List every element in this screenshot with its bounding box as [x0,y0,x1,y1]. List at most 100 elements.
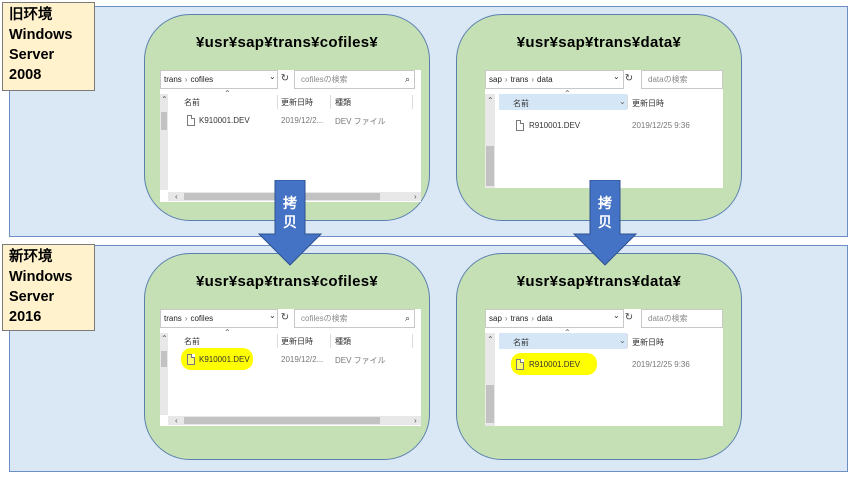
new-data-panel: ¥usr¥sap¥trans¥data¥ sap › trans › data ⌄ ↻ … [456,253,742,460]
scroll-up-icon[interactable]: ⌃ [487,97,494,105]
scrollbar-thumb[interactable] [184,417,380,424]
column-header-date[interactable]: 更新日時 [632,98,664,109]
sort-caret-icon: ⌃ [224,89,231,98]
copy-label-char: 拷 [598,195,612,211]
breadcrumb-item[interactable]: sap [489,314,502,323]
file-name[interactable]: K910001.DEV [199,116,250,125]
scrollbar-thumb[interactable] [161,112,167,130]
column-divider[interactable] [277,95,278,109]
chevron-down-icon[interactable]: ⌄ [613,72,620,81]
column-header-date[interactable]: 更新日時 [281,336,313,347]
breadcrumb-separator: › [531,75,535,84]
refresh-icon[interactable]: ↻ [278,310,292,326]
refresh-icon[interactable]: ↻ [622,71,636,87]
explorer-window: sap › trans › data ⌄ ↻ dataの検索 ⌃ 名前 ⌃ ⌄ 更新日時… [485,309,723,426]
address-bar[interactable]: sap › trans › data [485,309,624,328]
file-name[interactable]: R910001.DEV [529,121,580,130]
breadcrumb-item[interactable]: trans [511,314,529,323]
column-divider[interactable] [627,95,628,109]
env-line: Server [9,47,55,63]
scroll-up-icon[interactable]: ⌃ [487,336,494,344]
search-input[interactable]: cofilesの検索 ⌕ [294,70,415,89]
breadcrumb-separator: › [184,75,188,84]
column-divider[interactable] [412,334,413,348]
scroll-left-icon[interactable]: ‹ [175,193,178,201]
breadcrumb-separator: › [531,314,535,323]
sort-caret-icon: ⌃ [224,328,231,337]
scroll-left-icon[interactable]: ‹ [175,417,178,425]
breadcrumb-item[interactable]: trans [511,75,529,84]
scrollbar-thumb[interactable] [486,385,494,423]
panel-title: ¥usr¥sap¥trans¥data¥ [516,34,682,51]
search-icon[interactable]: ⌕ [405,310,410,327]
panel-title: ¥usr¥sap¥trans¥cofiles¥ [196,273,378,290]
sort-caret-icon: ⌃ [564,328,571,337]
column-divider[interactable] [412,95,413,109]
breadcrumb-item[interactable]: trans [164,314,182,323]
copy-label: 拷 贝 [276,194,304,232]
refresh-icon[interactable]: ↻ [278,71,292,87]
column-divider[interactable] [277,334,278,348]
breadcrumb-separator: › [504,75,508,84]
file-type: DEV ファイル [335,356,386,365]
file-date: 2019/12/2... [281,116,324,125]
vertical-scrollbar[interactable]: ⌃ [160,94,168,190]
column-header-name[interactable]: 名前 [513,98,529,109]
copy-label: 拷 贝 [591,194,619,232]
search-icon[interactable]: ⌕ [405,71,410,88]
address-bar[interactable]: trans › cofiles [160,309,278,328]
search-input[interactable]: dataの検索 [641,70,723,89]
file-name[interactable]: K910001.DEV [199,355,250,364]
address-bar[interactable]: trans › cofiles [160,70,278,89]
breadcrumb-item[interactable]: trans [164,75,182,84]
chevron-down-icon[interactable]: ⌄ [269,72,276,81]
chevron-down-icon[interactable]: ⌄ [613,311,620,320]
horizontal-scrollbar[interactable]: ‹ › [168,416,421,425]
old-environment-label: 旧环境 Windows Server 2008 [2,2,95,91]
column-header-name[interactable]: 名前 [513,337,529,348]
chevron-down-icon[interactable]: ⌄ [619,336,626,345]
new-environment-label: 新环境 Windows Server 2016 [2,244,95,331]
column-header-type[interactable]: 種類 [335,97,351,108]
env-line: Windows [9,27,73,43]
scrollbar-thumb[interactable] [486,146,494,186]
file-name[interactable]: R910001.DEV [529,360,580,369]
breadcrumb-item[interactable]: data [537,75,553,84]
column-header-name[interactable]: 名前 [184,97,200,108]
env-line: 新环境 [9,249,53,265]
breadcrumb-item[interactable]: cofiles [190,75,213,84]
env-line: Windows [9,269,73,285]
column-divider[interactable] [627,334,628,348]
breadcrumb-item[interactable]: cofiles [190,314,213,323]
column-header-date[interactable]: 更新日時 [281,97,313,108]
file-date: 2019/12/2... [281,355,324,364]
vertical-scrollbar[interactable]: ⌃ [485,94,495,188]
sort-caret-icon: ⌃ [564,89,571,98]
vertical-scrollbar[interactable]: ⌃ [485,333,495,426]
copy-label-char: 贝 [598,214,612,230]
scroll-up-icon[interactable]: ⌃ [161,335,168,343]
search-input[interactable]: dataの検索 [641,309,723,328]
search-placeholder: cofilesの検索 [301,314,348,323]
breadcrumb-item[interactable]: data [537,314,553,323]
panel-title: ¥usr¥sap¥trans¥data¥ [516,273,682,290]
chevron-down-icon[interactable]: ⌄ [269,311,276,320]
scroll-right-icon[interactable]: › [414,193,417,201]
refresh-icon[interactable]: ↻ [622,310,636,326]
scroll-right-icon[interactable]: › [414,417,417,425]
scroll-up-icon[interactable]: ⌃ [161,96,168,104]
vertical-scrollbar[interactable]: ⌃ [160,333,168,415]
breadcrumb-item[interactable]: sap [489,75,502,84]
chevron-down-icon[interactable]: ⌄ [619,97,626,106]
explorer-window: sap › trans › data ⌄ ↻ dataの検索 ⌃ 名前 ⌃ ⌄ 更新日時… [485,70,723,188]
column-divider[interactable] [330,95,331,109]
scrollbar-thumb[interactable] [161,351,167,367]
column-header-date[interactable]: 更新日時 [632,337,664,348]
column-header-type[interactable]: 種類 [335,336,351,347]
search-input[interactable]: cofilesの検索 ⌕ [294,309,415,328]
copy-label-char: 拷 [283,195,297,211]
file-icon [516,359,524,370]
column-divider[interactable] [330,334,331,348]
column-header-name[interactable]: 名前 [184,336,200,347]
address-bar[interactable]: sap › trans › data [485,70,624,89]
